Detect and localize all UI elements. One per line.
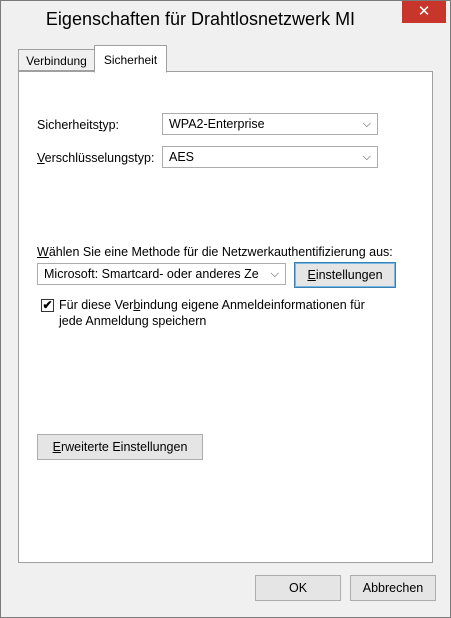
security-panel: Sicherheitstyp: WPA2-Enterprise ⌵ Versch… xyxy=(18,71,433,563)
remember-credentials-label: Für diese Verbindung eigene Anmeldeinfor… xyxy=(59,298,365,328)
window-title: Eigenschaften für Drahtlosnetzwerk MI xyxy=(45,9,356,29)
cancel-label: Abbrechen xyxy=(362,581,424,595)
auth-method-value: Microsoft: Smartcard- oder anderes Ze xyxy=(44,267,259,281)
security-type-value: WPA2-Enterprise xyxy=(169,117,265,131)
tab-label: Sicherheit xyxy=(103,53,158,67)
close-button[interactable]: ✕ xyxy=(402,1,446,23)
tab-sicherheit[interactable]: Sicherheit xyxy=(94,45,167,73)
auth-method-select[interactable]: Microsoft: Smartcard- oder anderes Ze ⌵ xyxy=(37,263,286,285)
dialog-window: Eigenschaften für Drahtlosnetzwerk MI ✕ … xyxy=(0,0,451,618)
chevron-down-icon: ⌵ xyxy=(362,118,371,130)
ok-label: OK xyxy=(288,581,308,595)
settings-button[interactable]: Einstellungen xyxy=(294,262,396,288)
title-bar: Eigenschaften für Drahtlosnetzwerk MI ✕ xyxy=(1,1,450,39)
security-type-label: Sicherheitstyp: xyxy=(37,118,120,132)
ok-button[interactable]: OK xyxy=(255,575,341,601)
tab-verbindung[interactable]: Verbindung xyxy=(18,49,95,71)
encryption-type-value: AES xyxy=(169,150,195,164)
cancel-button[interactable]: Abbrechen xyxy=(350,575,436,601)
auth-method-label: Wählen Sie eine Methode für die Netzwerk… xyxy=(37,245,393,259)
advanced-settings-button[interactable]: Erweiterte Einstellungen xyxy=(37,434,203,460)
tab-label: Verbindung xyxy=(26,54,87,68)
encryption-type-label: Verschlüsselungstyp: xyxy=(37,151,155,165)
remember-credentials-checkbox[interactable]: ✔ xyxy=(41,299,54,312)
chevron-down-icon: ⌵ xyxy=(362,151,371,163)
encryption-type-select[interactable]: AES ⌵ xyxy=(162,146,378,168)
security-type-select[interactable]: WPA2-Enterprise ⌵ xyxy=(162,113,378,135)
chevron-down-icon: ⌵ xyxy=(270,268,279,280)
checkmark-icon: ✔ xyxy=(42,298,53,312)
close-icon: ✕ xyxy=(417,3,431,20)
